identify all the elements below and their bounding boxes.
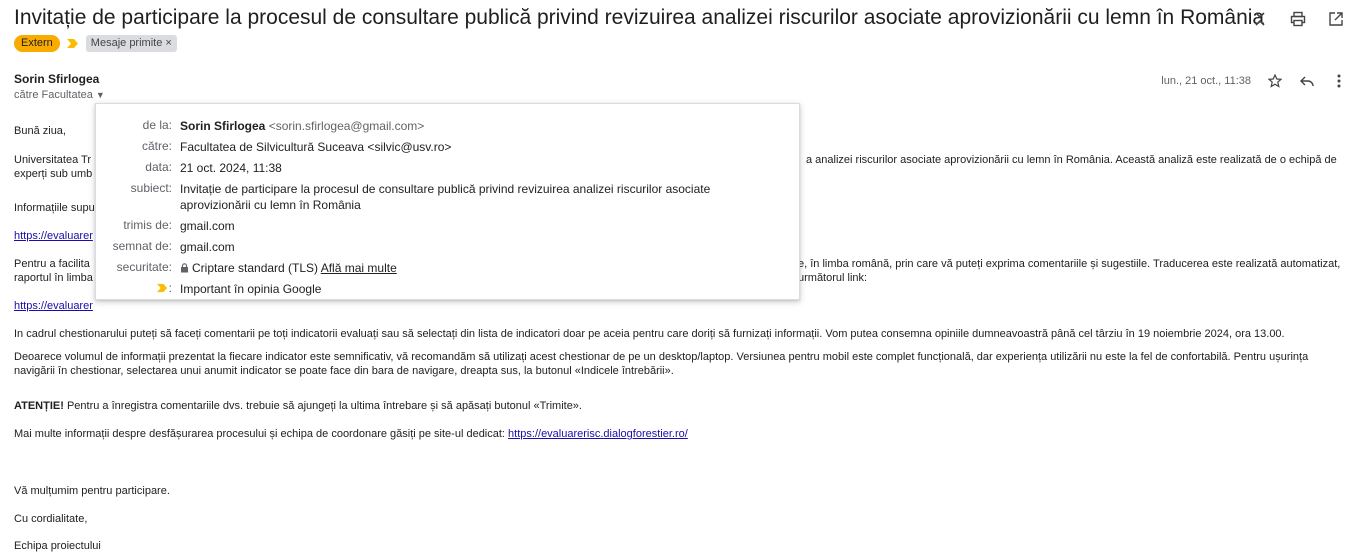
to-value: Facultatea de Silvicultură Suceava <silv… [180, 140, 452, 154]
star-icon[interactable] [1267, 73, 1283, 89]
sender-name[interactable]: Sorin Sfirlogea [14, 72, 99, 86]
details-mailed-by-row: trimis de: gmail.com [96, 218, 740, 234]
recipient-text: către Facultatea [14, 89, 93, 101]
extern-badge[interactable]: Extern [14, 35, 60, 52]
thanks: Vă mulțumim pentru participare. [14, 485, 170, 497]
lock-icon [181, 263, 188, 273]
signed-by-label: semnat de: [112, 239, 172, 253]
from-label: de la: [142, 118, 172, 132]
importance-value: Important în opinia Google [180, 282, 322, 296]
importance-label: : [96, 281, 180, 297]
details-importance-row: : Important în opinia Google [96, 281, 740, 297]
mailed-by-value: gmail.com [180, 219, 235, 233]
paragraph-3-start: Pentru a facilita [14, 258, 90, 270]
importance-marker-icon[interactable] [66, 38, 80, 49]
subject-line-1: Invitație de participare la procesul de … [180, 182, 711, 196]
date-value: 21 oct. 2024, 11:38 [180, 161, 282, 175]
date-label: data: [145, 160, 172, 174]
message-meta: lun., 21 oct., 11:38 [1161, 73, 1347, 89]
details-security-row: securitate: Criptare standard (TLS) Află… [96, 260, 740, 276]
details-to-row: către: Facultatea de Silvicultură Suceav… [96, 139, 740, 155]
inbox-label[interactable]: Mesaje primite × [85, 35, 177, 52]
link-2[interactable]: https://evaluarer [14, 300, 93, 312]
site-link[interactable]: https://evaluarerisc.dialogforestier.ro/ [508, 428, 688, 440]
to-label: către: [141, 139, 172, 153]
mailed-by-label: trimis de: [123, 218, 172, 232]
recipient-toggle[interactable]: către Facultatea ▼ [14, 89, 105, 101]
from-value: Sorin Sfirlogea <sorin.sfirlogea@gmail.c… [180, 118, 740, 134]
print-icon[interactable] [1289, 10, 1307, 28]
details-from-row: de la: Sorin Sfirlogea <sorin.sfirlogea@… [96, 118, 740, 134]
from-name: Sorin Sfirlogea [180, 119, 266, 133]
paragraph-3-end: e, în limba română, prin care vă puteți … [798, 258, 1341, 270]
signed-by-value: gmail.com [180, 240, 235, 254]
remove-label-icon[interactable]: × [165, 37, 171, 49]
security-label: securitate: [116, 260, 172, 274]
encryption-text: Criptare standard (TLS) [192, 261, 319, 275]
top-toolbar [1251, 10, 1345, 28]
label-row: Extern Mesaje primite × [14, 35, 177, 52]
collapse-icon[interactable] [1251, 10, 1269, 28]
reply-icon[interactable] [1299, 73, 1315, 89]
link-1[interactable]: https://evaluarer [14, 230, 93, 242]
paragraph-2: Informațiile supu [14, 202, 95, 214]
paragraph-5: Deoarece volumul de informații prezentat… [14, 351, 1309, 377]
importance-marker-icon [156, 283, 167, 293]
paragraph-7: Mai multe informații despre desfășurarea… [14, 427, 688, 441]
learn-more-link[interactable]: Află mai multe [321, 261, 397, 275]
paragraph-1-line2: experți sub umb [14, 168, 93, 180]
paragraph-1-start: Universitatea Tr [14, 154, 92, 166]
warning-text: Pentru a înregistra comentariile dvs. tr… [63, 400, 582, 412]
paragraph-4: In cadrul chestionarului puteți să faceț… [14, 328, 1285, 340]
details-signed-by-row: semnat de: gmail.com [96, 239, 740, 255]
security-value: Criptare standard (TLS) Află mai multe [180, 260, 740, 276]
warning-label: ATENȚIE! [14, 400, 64, 412]
open-new-window-icon[interactable] [1327, 10, 1345, 28]
regards: Cu cordialitate, [14, 513, 88, 525]
signature: Echipa proiectului [14, 540, 101, 552]
message-details-popup: de la: Sorin Sfirlogea <sorin.sfirlogea@… [95, 103, 800, 300]
subject-label: subiect: [130, 181, 172, 195]
paragraph-3-line2-end: următorul link: [798, 272, 868, 284]
paragraph-1-end: a analizei riscurilor asociate aprovizio… [806, 154, 1337, 166]
from-email: <sorin.sfirlogea@gmail.com> [268, 119, 425, 133]
greeting: Bună ziua, [14, 125, 66, 137]
paragraph-6: ATENȚIE! Pentru a înregistra comentariil… [14, 399, 582, 413]
subject-line-2: aprovizionării cu lemn în România [180, 198, 361, 212]
email-subject: Invitație de participare la procesul de … [14, 6, 1265, 29]
more-options-icon[interactable] [1331, 73, 1347, 89]
site-text: Mai multe informații despre desfășurarea… [14, 428, 509, 440]
details-date-row: data: 21 oct. 2024, 11:38 [96, 160, 740, 176]
paragraph-3-line2: raportul în limba [14, 272, 93, 284]
caret-down-icon[interactable]: ▼ [96, 90, 105, 100]
message-date: lun., 21 oct., 11:38 [1161, 75, 1251, 87]
subject-value: Invitație de participare la procesul de … [180, 181, 740, 213]
details-subject-row: subiect: Invitație de participare la pro… [96, 181, 740, 213]
